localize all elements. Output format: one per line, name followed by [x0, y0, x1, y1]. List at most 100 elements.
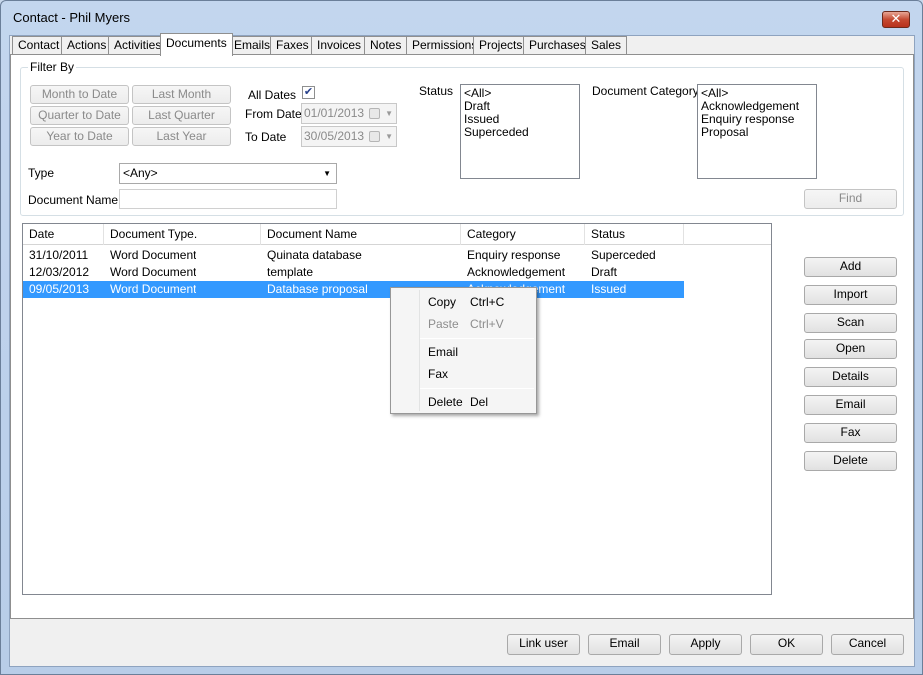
calendar-icon	[369, 131, 380, 142]
to-date-picker[interactable]: 30/05/2013 ▼	[301, 126, 397, 147]
menu-item-copy[interactable]: Copy Ctrl+C	[393, 291, 534, 313]
type-value: <Any>	[123, 166, 158, 180]
apply-button[interactable]: Apply	[669, 634, 742, 655]
document-category-listbox[interactable]: <All> Acknowledgement Enquiry response P…	[697, 84, 817, 179]
menu-item-label: Paste	[428, 317, 459, 331]
date-cell: 09/05/2013	[29, 282, 90, 296]
status-cell: Draft	[591, 265, 618, 279]
month-to-date-button[interactable]: Month to Date	[30, 85, 129, 104]
last-year-button[interactable]: Last Year	[132, 127, 231, 146]
import-button[interactable]: Import	[804, 285, 897, 305]
tab-activities[interactable]: Activities	[108, 36, 168, 55]
column-header-document-type[interactable]: Document Type.	[104, 224, 261, 245]
tab-notes[interactable]: Notes	[364, 36, 408, 55]
category-cell: Acknowledgement	[467, 265, 566, 279]
status-cell: Superceded	[591, 248, 656, 262]
table-row[interactable]: 31/10/2011 Word Document Quinata databas…	[23, 247, 684, 264]
list-item[interactable]: Superceded	[464, 126, 576, 139]
last-month-button[interactable]: Last Month	[132, 85, 231, 104]
contact-window: Contact - Phil Myers ✕ Contact Actions A…	[0, 0, 923, 675]
menu-item-label: Fax	[428, 367, 449, 381]
table-row-selected[interactable]: 09/05/2013 Word Document Database propos…	[23, 281, 684, 298]
to-date-value: 30/05/2013	[304, 129, 365, 143]
title-bar[interactable]: Contact - Phil Myers ✕	[1, 1, 922, 35]
type-cell: Word Document	[110, 282, 197, 296]
category-cell: Enquiry response	[467, 248, 561, 262]
tab-documents[interactable]: Documents	[160, 33, 233, 56]
menu-item-fax[interactable]: Fax	[393, 363, 534, 385]
cancel-button[interactable]: Cancel	[831, 634, 904, 655]
column-header-document-name[interactable]: Document Name	[261, 224, 461, 245]
menu-item-paste[interactable]: Paste Ctrl+V	[393, 313, 534, 335]
document-category-label: Document Category	[592, 84, 699, 98]
column-header-status[interactable]: Status	[585, 224, 684, 245]
menu-separator	[420, 388, 534, 389]
from-date-picker[interactable]: 01/01/2013 ▼	[301, 103, 397, 124]
tab-permissions[interactable]: Permissions	[406, 36, 484, 55]
delete-document-button[interactable]: Delete	[804, 451, 897, 471]
grid-header: Date Document Type. Document Name Catego…	[23, 224, 771, 245]
menu-item-shortcut: Ctrl+V	[470, 317, 504, 331]
last-quarter-button[interactable]: Last Quarter	[132, 106, 231, 125]
open-button[interactable]: Open	[804, 339, 897, 359]
menu-item-email[interactable]: Email	[393, 341, 534, 363]
link-user-button[interactable]: Link user	[507, 634, 580, 655]
menu-item-delete[interactable]: Delete Del	[393, 391, 534, 413]
calendar-icon	[369, 108, 380, 119]
checkmark-icon: ✔	[303, 86, 314, 98]
status-listbox[interactable]: <All> Draft Issued Superceded	[460, 84, 580, 179]
tab-actions[interactable]: Actions	[61, 36, 113, 55]
email-button[interactable]: Email	[588, 634, 661, 655]
quarter-to-date-button[interactable]: Quarter to Date	[30, 106, 129, 125]
menu-item-label: Delete	[428, 395, 463, 409]
context-menu: Copy Ctrl+C Paste Ctrl+V Email Fax Delet…	[390, 287, 537, 414]
type-cell: Word Document	[110, 265, 197, 279]
menu-item-shortcut: Del	[470, 395, 489, 409]
year-to-date-button[interactable]: Year to Date	[30, 127, 129, 146]
column-header-date[interactable]: Date	[23, 224, 104, 245]
date-cell: 31/10/2011	[29, 248, 89, 262]
list-item[interactable]: Proposal	[701, 126, 813, 139]
email-document-button[interactable]: Email	[804, 395, 897, 415]
all-dates-checkbox[interactable]: ✔	[302, 86, 315, 99]
name-cell: template	[267, 265, 314, 279]
ok-button[interactable]: OK	[750, 634, 823, 655]
document-name-input[interactable]	[119, 189, 337, 209]
tab-sales[interactable]: Sales	[585, 36, 628, 55]
status-label: Status	[419, 84, 454, 98]
add-button[interactable]: Add	[804, 257, 897, 277]
filter-group-label: Filter By	[28, 60, 77, 74]
menu-item-shortcut: Ctrl+C	[470, 295, 505, 309]
window-title: Contact - Phil Myers	[13, 10, 131, 25]
fax-document-button[interactable]: Fax	[804, 423, 897, 443]
date-cell: 12/03/2012	[29, 265, 90, 279]
tab-projects[interactable]: Projects	[473, 36, 529, 55]
menu-item-label: Copy	[428, 295, 457, 309]
name-cell: Database proposal	[267, 282, 368, 296]
chevron-down-icon: ▼	[323, 169, 331, 178]
tab-invoices[interactable]: Invoices	[311, 36, 368, 55]
tab-faxes[interactable]: Faxes	[270, 36, 315, 55]
from-date-value: 01/01/2013	[304, 106, 365, 120]
name-cell: Quinata database	[267, 248, 362, 262]
type-dropdown[interactable]: <Any> ▼	[119, 163, 337, 184]
chevron-down-icon: ▼	[385, 109, 393, 118]
menu-item-label: Email	[428, 345, 459, 359]
document-name-label: Document Name	[28, 193, 119, 207]
tab-contact[interactable]: Contact	[12, 36, 66, 55]
close-button[interactable]: ✕	[882, 11, 910, 28]
menu-separator	[420, 338, 534, 339]
find-button[interactable]: Find	[804, 189, 897, 209]
column-header-category[interactable]: Category	[461, 224, 585, 245]
scan-button[interactable]: Scan	[804, 313, 897, 333]
chevron-down-icon: ▼	[385, 132, 393, 141]
status-cell: Issued	[591, 282, 627, 296]
all-dates-label: All Dates	[248, 88, 297, 102]
tab-emails[interactable]: Emails	[228, 36, 277, 55]
close-icon: ✕	[890, 12, 902, 27]
details-button[interactable]: Details	[804, 367, 897, 387]
from-date-label: From Date	[245, 107, 302, 121]
type-cell: Word Document	[110, 248, 197, 262]
tab-purchases[interactable]: Purchases	[523, 36, 592, 55]
table-row[interactable]: 12/03/2012 Word Document template Acknow…	[23, 264, 684, 281]
